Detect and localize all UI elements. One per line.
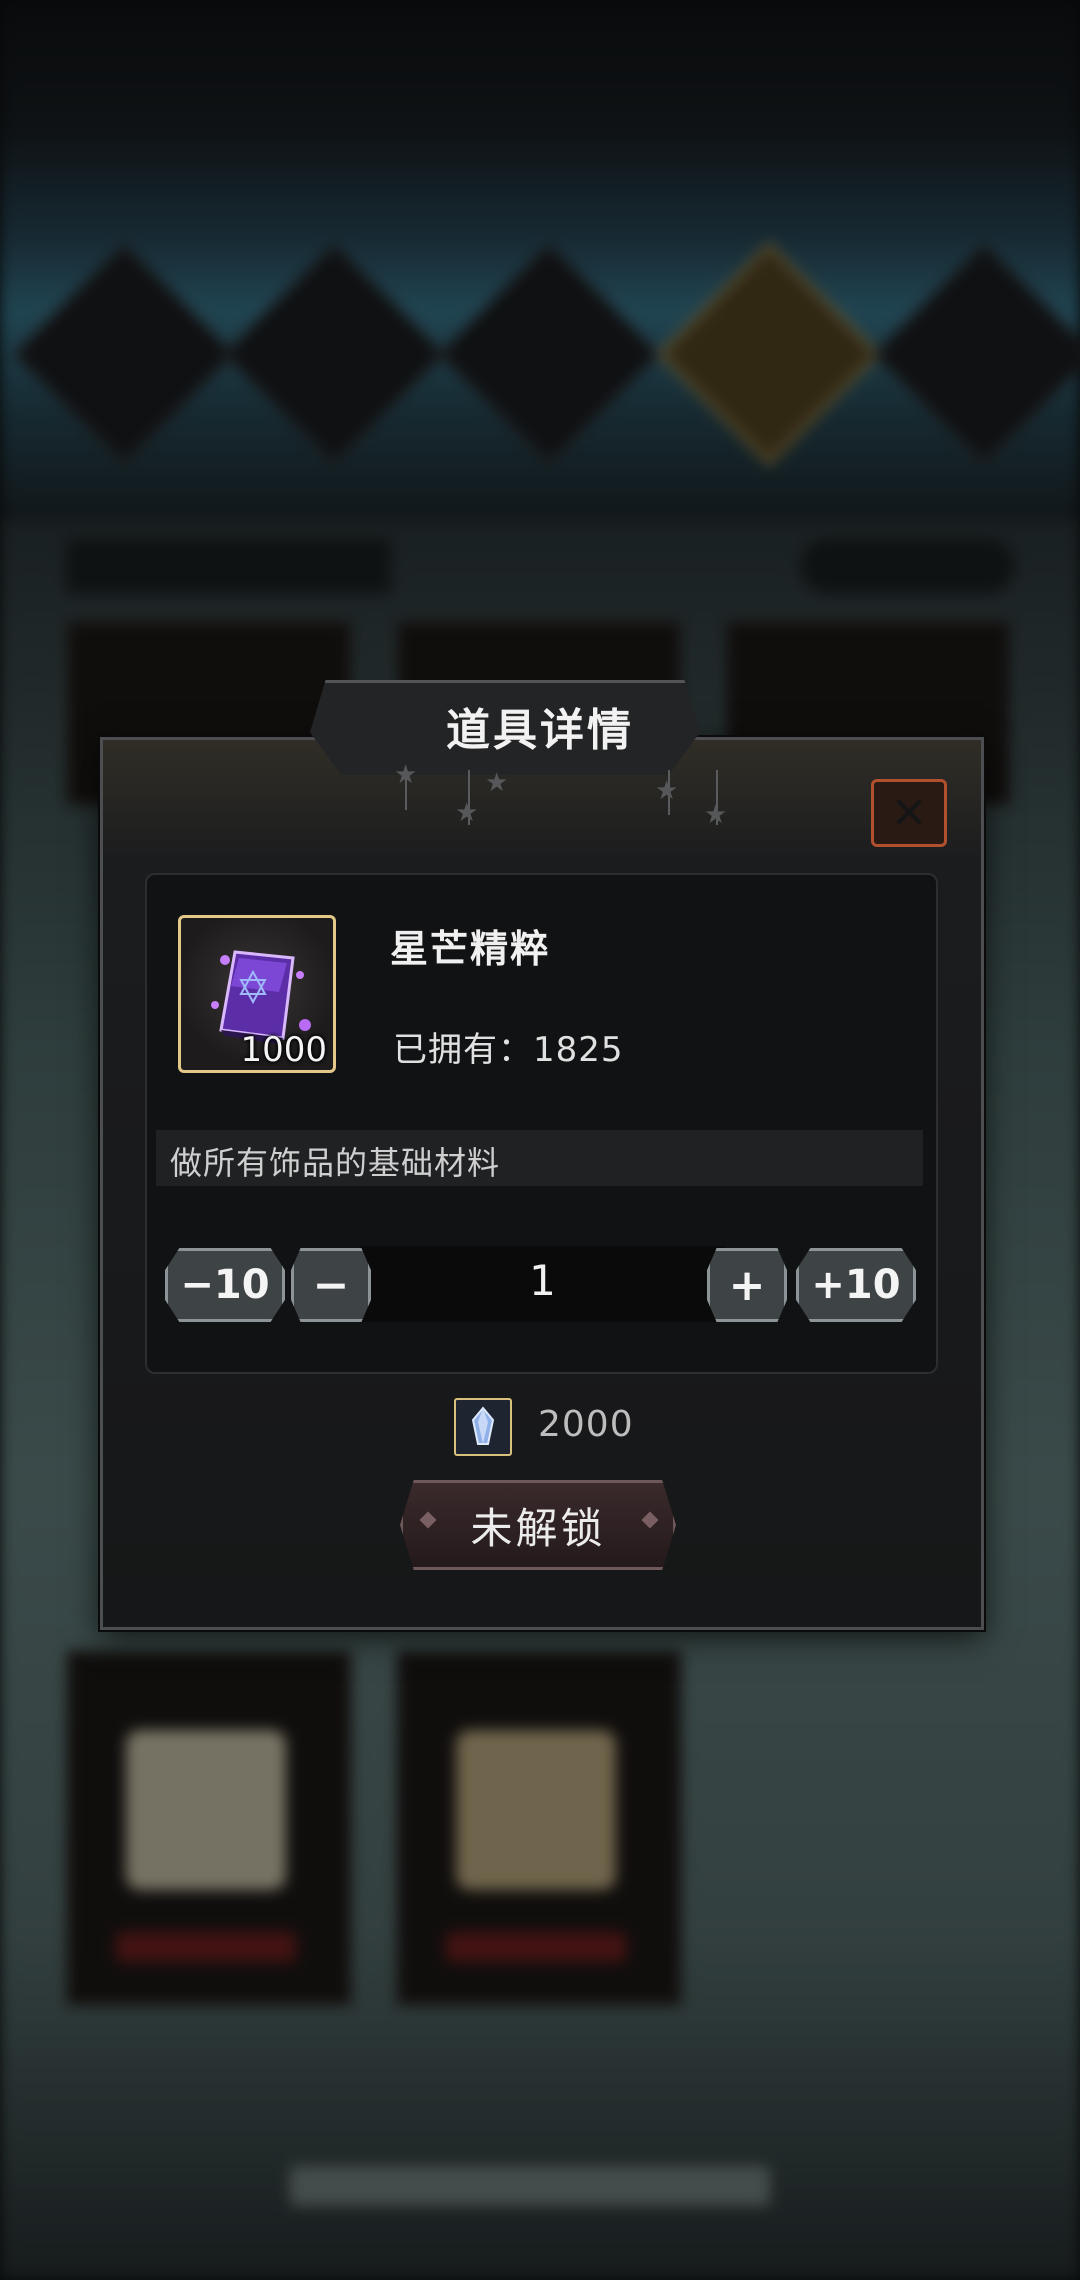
- cost-currency-frame: [454, 1398, 512, 1456]
- star-icon: ★: [655, 776, 679, 806]
- plus-10-button[interactable]: +10: [796, 1248, 916, 1322]
- item-icon-count: 1000: [240, 1030, 327, 1070]
- item-name: 星芒精粹: [390, 927, 551, 971]
- owned-value: 1825: [533, 1030, 624, 1070]
- locked-action-label: 未解锁: [470, 1503, 606, 1553]
- close-icon: ✕: [890, 787, 928, 839]
- dialog-title: 道具详情: [446, 705, 634, 756]
- minus-10-button[interactable]: −10: [165, 1248, 285, 1322]
- owned-count: 已拥有：1825: [393, 1022, 624, 1071]
- cost-value: 2000: [538, 1404, 634, 1445]
- star-icon: ★: [704, 800, 728, 830]
- plus-button[interactable]: +: [707, 1248, 787, 1322]
- item-description: 做所有饰品的基础材料: [170, 1144, 501, 1182]
- star-icon: ★: [455, 798, 479, 828]
- owned-label: 已拥有：: [393, 1030, 533, 1070]
- locked-action-button[interactable]: 未解锁: [400, 1480, 676, 1570]
- minus-button[interactable]: −: [291, 1248, 371, 1322]
- blue-crystal-icon: [471, 1406, 495, 1445]
- quantity-value: 1: [529, 1256, 556, 1305]
- star-icon: ★: [394, 760, 418, 790]
- close-button[interactable]: ✕: [871, 779, 947, 847]
- star-icon: ★: [485, 768, 509, 798]
- item-icon-frame: 1000: [178, 915, 336, 1073]
